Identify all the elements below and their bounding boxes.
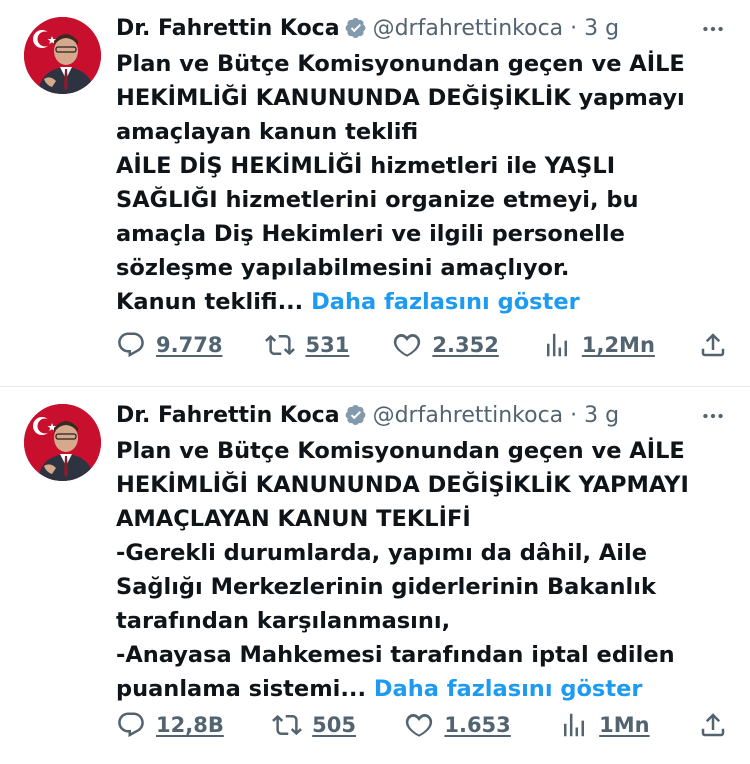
author-name[interactable]: Dr. Fahrettin Koca [116, 16, 340, 41]
share-icon [698, 330, 728, 360]
tweet-text-line: Plan ve Bütçe Komisyonundan geçen ve AİL… [116, 438, 685, 464]
views-icon [542, 330, 572, 360]
truncated-text: Kanun teklifi... [116, 289, 304, 315]
timestamp[interactable]: 3 g [584, 403, 619, 428]
like-icon [392, 330, 422, 360]
show-more-link[interactable]: Daha fazlasını göster [374, 676, 643, 702]
tweet-text-line: Plan ve Bütçe Komisyonundan geçen ve AİL… [116, 51, 685, 77]
tweet-text-line: AMAÇLAYAN KANUN TEKLİFİ [116, 506, 471, 532]
repost-icon [265, 330, 296, 360]
tweet-text-line: tarafından karşılanmasını, [116, 608, 451, 634]
repost-count: 505 [312, 713, 357, 737]
reply-icon [116, 330, 146, 360]
tweet-text-line: HEKİMLİĞİ KANUNUNDA DEĞİŞİKLİK YAPMAYI [116, 472, 689, 498]
author-handle[interactable]: @drfahrettinkoca [373, 16, 564, 41]
separator-dot: · [570, 403, 578, 428]
tweet-text: Plan ve Bütçe Komisyonundan geçen ve AİL… [116, 434, 741, 706]
share-button[interactable] [698, 330, 728, 360]
tweet-text-line: amaçlayan kanun teklifi [116, 119, 419, 145]
reply-button[interactable]: 12,8B [116, 710, 224, 740]
tweet-actions: 9.778 531 2.352 1,2Mn [116, 325, 728, 365]
reply-icon [116, 710, 146, 740]
tweet-text-line: Sağlığı Merkezlerinin giderlerinin Bakan… [116, 574, 656, 600]
repost-button[interactable]: 531 [265, 330, 349, 360]
like-icon [404, 710, 434, 740]
views-count: 1,2Mn [581, 333, 655, 357]
like-count: 2.352 [432, 333, 499, 357]
separator-dot: · [570, 16, 578, 41]
verified-badge-icon [345, 403, 367, 425]
timestamp[interactable]: 3 g [584, 16, 619, 41]
avatar[interactable] [24, 17, 101, 94]
views-count: 1Mn [599, 713, 650, 737]
show-more-link[interactable]: Daha fazlasını göster [311, 289, 580, 315]
tweet[interactable]: Dr. Fahrettin Koca @drfahrettinkoca · 3 g… [0, 0, 750, 386]
tweet-header: Dr. Fahrettin Koca @drfahrettinkoca · 3 g [116, 399, 730, 433]
reply-button[interactable]: 9.778 [116, 330, 222, 360]
tweet-text-line-last: puanlama sistemi... Daha fazlasını göste… [116, 672, 741, 706]
tweet-text-line: AİLE DİŞ HEKİMLİĞİ hizmetleri ile YAŞLI [116, 153, 616, 179]
repost-icon [272, 710, 303, 740]
author-handle[interactable]: @drfahrettinkoca [373, 403, 564, 428]
tweet-text-line: -Gerekli durumlarda, yapımı da dâhil, Ai… [116, 540, 647, 566]
like-count: 1.653 [444, 713, 511, 737]
repost-count: 531 [305, 333, 350, 357]
views-icon [559, 710, 589, 740]
tweet-text-line: HEKİMLİĞİ KANUNUNDA DEĞİŞİKLİK yapmayı [116, 85, 685, 111]
tweet-text-line-last: Kanun teklifi... Daha fazlasını göster [116, 285, 741, 319]
reply-count: 9.778 [156, 333, 223, 357]
truncated-text: puanlama sistemi... [116, 676, 366, 702]
tweet-header: Dr. Fahrettin Koca @drfahrettinkoca · 3 g [116, 12, 730, 46]
tweet[interactable]: Dr. Fahrettin Koca @drfahrettinkoca · 3 g… [0, 387, 750, 764]
author-name[interactable]: Dr. Fahrettin Koca [116, 403, 340, 428]
tweet-text: Plan ve Bütçe Komisyonundan geçen ve AİL… [116, 47, 741, 319]
repost-button[interactable]: 505 [272, 710, 356, 740]
verified-badge-icon [345, 16, 367, 38]
tweet-text-line: -Anayasa Mahkemesi tarafından iptal edil… [116, 642, 675, 668]
tweet-text-line: SAĞLIĞI hizmetlerini organize etmeyi, bu [116, 187, 639, 213]
like-button[interactable]: 2.352 [392, 330, 499, 360]
tweet-text-line: sözleşme yapılabilmesini amaçlıyor. [116, 255, 570, 281]
like-button[interactable]: 1.653 [404, 710, 511, 740]
tweet-text-line: amaçla Diş Hekimleri ve ilgili personell… [116, 221, 625, 247]
views-button[interactable]: 1Mn [559, 710, 650, 740]
more-options-icon[interactable] [696, 399, 730, 433]
avatar[interactable] [24, 404, 101, 481]
tweet-actions: 12,8B 505 1.653 1Mn [116, 705, 728, 745]
share-button[interactable] [698, 710, 728, 740]
share-icon [698, 710, 728, 740]
views-button[interactable]: 1,2Mn [542, 330, 655, 360]
more-options-icon[interactable] [696, 12, 730, 46]
reply-count: 12,8B [156, 713, 224, 737]
